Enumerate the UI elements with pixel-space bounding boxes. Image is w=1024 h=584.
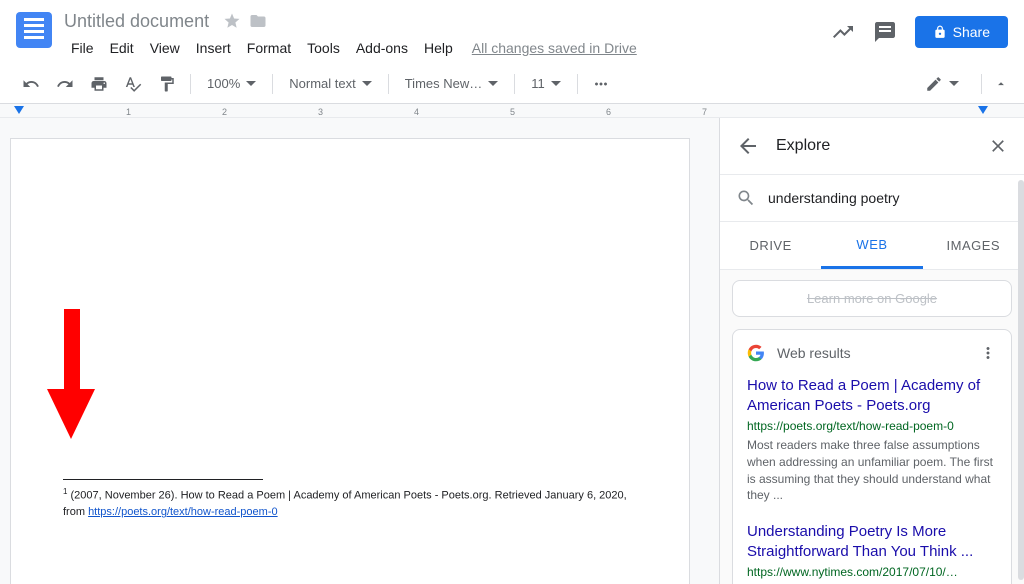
- spellcheck-button[interactable]: [118, 69, 148, 99]
- right-indent-marker[interactable]: [978, 106, 988, 114]
- save-status[interactable]: All changes saved in Drive: [472, 36, 637, 60]
- learn-more-card[interactable]: Learn more on Google: [732, 280, 1012, 317]
- tab-drive[interactable]: DRIVE: [720, 222, 821, 269]
- result-title[interactable]: Understanding Poetry Is More Straightfor…: [747, 522, 997, 561]
- tab-web[interactable]: WEB: [821, 222, 922, 269]
- font-size-select[interactable]: 11: [523, 72, 569, 95]
- explore-tabs: DRIVE WEB IMAGES: [720, 222, 1024, 270]
- result-url: https://poets.org/text/how-read-poem-0: [747, 419, 997, 433]
- more-tools-button[interactable]: [586, 69, 616, 99]
- share-label: Share: [953, 24, 990, 40]
- share-button[interactable]: Share: [915, 16, 1008, 48]
- explore-title: Explore: [776, 137, 988, 155]
- format-paint-button[interactable]: [152, 69, 182, 99]
- page[interactable]: 1 (2007, November 26). How to Read a Poe…: [10, 138, 690, 584]
- style-select[interactable]: Normal text: [281, 72, 379, 95]
- menu-bar: File Edit View Insert Format Tools Add-o…: [64, 36, 831, 60]
- close-icon[interactable]: [988, 136, 1008, 156]
- menu-help[interactable]: Help: [417, 36, 460, 60]
- document-canvas[interactable]: 1 (2007, November 26). How to Read a Poe…: [0, 118, 719, 584]
- explore-panel: Explore DRIVE WEB IMAGES Learn more on G…: [719, 118, 1024, 584]
- results-label: Web results: [777, 345, 979, 361]
- result-url: https://www.nytimes.com/2017/07/10/…: [747, 565, 997, 579]
- comments-icon[interactable]: [873, 20, 897, 44]
- toolbar: 100% Normal text Times New… 11: [0, 64, 1024, 104]
- back-arrow-icon[interactable]: [736, 134, 760, 158]
- doc-title[interactable]: Untitled document: [64, 11, 209, 32]
- star-icon[interactable]: [223, 12, 241, 30]
- web-results-card: Web results How to Read a Poem | Academy…: [732, 329, 1012, 584]
- editing-mode-button[interactable]: [915, 69, 969, 99]
- footnote-link[interactable]: https://poets.org/text/how-read-poem-0: [88, 506, 278, 518]
- font-select[interactable]: Times New…: [397, 72, 507, 95]
- print-button[interactable]: [84, 69, 114, 99]
- tab-images[interactable]: IMAGES: [923, 222, 1024, 269]
- collapse-toolbar-icon[interactable]: [994, 77, 1008, 91]
- result-title[interactable]: How to Read a Poem | Academy of American…: [747, 376, 997, 415]
- menu-tools[interactable]: Tools: [300, 36, 347, 60]
- footnote-text[interactable]: 1 (2007, November 26). How to Read a Poe…: [63, 486, 637, 521]
- menu-edit[interactable]: Edit: [103, 36, 141, 60]
- redo-button[interactable]: [50, 69, 80, 99]
- menu-format[interactable]: Format: [240, 36, 298, 60]
- footnote-separator: [63, 479, 263, 480]
- activity-icon[interactable]: [831, 20, 855, 44]
- move-folder-icon[interactable]: [249, 12, 267, 30]
- google-logo-icon: [747, 344, 765, 362]
- result-desc: Most readers make three false assumption…: [747, 437, 997, 504]
- result-item[interactable]: Understanding Poetry Is More Straightfor…: [747, 522, 997, 584]
- zoom-select[interactable]: 100%: [199, 72, 264, 95]
- menu-insert[interactable]: Insert: [189, 36, 238, 60]
- search-icon: [736, 188, 756, 208]
- menu-view[interactable]: View: [143, 36, 187, 60]
- left-indent-marker[interactable]: [14, 106, 24, 114]
- annotation-arrow: [47, 309, 95, 444]
- result-item[interactable]: How to Read a Poem | Academy of American…: [747, 376, 997, 504]
- undo-button[interactable]: [16, 69, 46, 99]
- more-options-icon[interactable]: [979, 344, 997, 362]
- explore-search-input[interactable]: [768, 190, 1008, 206]
- ruler[interactable]: 1 2 3 4 5 6 7: [0, 104, 1024, 118]
- menu-file[interactable]: File: [64, 36, 101, 60]
- docs-logo[interactable]: [16, 12, 52, 48]
- lock-icon: [933, 25, 947, 39]
- scrollbar[interactable]: [1018, 180, 1024, 580]
- menu-addons[interactable]: Add-ons: [349, 36, 415, 60]
